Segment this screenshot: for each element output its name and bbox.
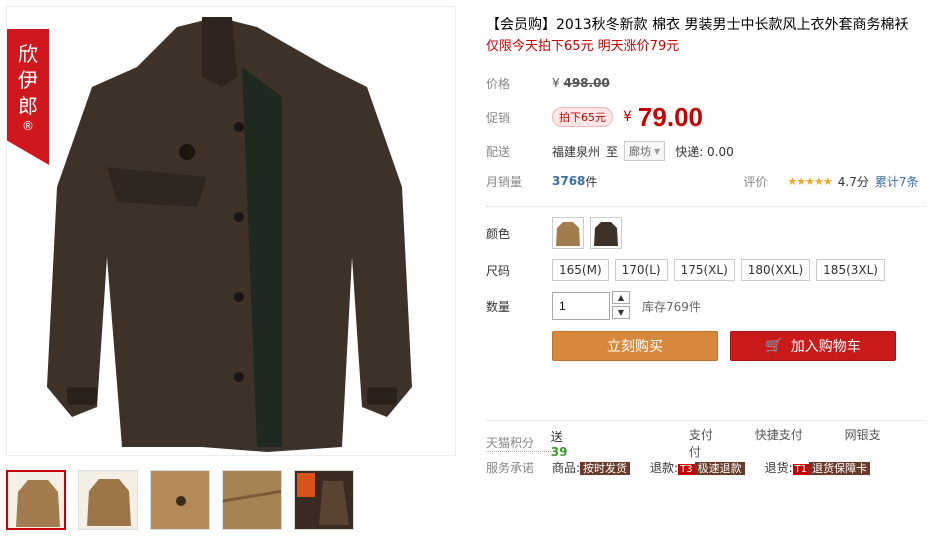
thumbnail-2[interactable]: [78, 470, 138, 530]
quantity-row: 数量 ▲ ▼ 库存769件: [486, 291, 926, 321]
divider: [486, 206, 926, 207]
size-option[interactable]: 185(3XL): [816, 259, 885, 281]
buy-now-button[interactable]: 立刻购买: [552, 331, 718, 361]
shipping-row: 配送 福建泉州 至 廊坊 ▼ 快递: 0.00: [486, 136, 926, 166]
service-row: 服务承诺 商品: 按时发货 退款: T3 极速退款 退货: T1 退货保障卡: [486, 455, 926, 479]
size-row: 尺码 165(M) 170(L) 175(XL) 180(XXL) 185(3X…: [486, 259, 926, 281]
payment-method: 支付: [688, 428, 713, 442]
color-swatch-dark-brown[interactable]: [590, 217, 622, 249]
service-item: 商品: 按时发货: [552, 459, 631, 476]
quantity-input[interactable]: [552, 292, 610, 320]
original-price: ¥ 498.00: [552, 76, 610, 90]
product-title: 【会员购】2013秋冬新款 棉衣 男装男士中长款风上衣外套商务棉袄: [486, 17, 909, 33]
cart-icon: 🛒: [765, 338, 783, 354]
thumbnail-strip: [6, 470, 354, 530]
price-row: 价格 ¥ 498.00: [486, 76, 610, 91]
promo-price-row: 促销 拍下65元 ¥ 79.00: [486, 101, 703, 132]
product-info: 【会员购】2013秋冬新款 棉衣 男装男士中长款风上衣外套商务棉袄 仅限今天拍下…: [486, 14, 926, 361]
thumbnail-4[interactable]: [222, 470, 282, 530]
action-buttons: 立刻购买 🛒 加入购物车: [552, 331, 926, 361]
bottom-section: 天猫积分 送39 支付 快捷支付 网银支付 服务承诺 商品: 按时发货 退款: T3…: [486, 420, 926, 479]
promo-badge: 拍下65元: [552, 107, 613, 127]
size-option[interactable]: 180(XXL): [740, 259, 811, 281]
add-to-cart-button[interactable]: 🛒 加入购物车: [730, 331, 896, 361]
promo-text: 仅限今天拍下65元 明天涨价79元: [486, 39, 680, 54]
current-price: 79.00: [637, 101, 703, 132]
payment-methods: 支付 快捷支付 网银支付: [689, 426, 926, 460]
color-row: 颜色: [486, 217, 926, 249]
monthly-sales: 3768: [552, 174, 586, 188]
chevron-down-icon: ▼: [654, 146, 661, 156]
service-item: 退货: T1 退货保障卡: [765, 459, 871, 476]
color-swatch-khaki[interactable]: [552, 217, 584, 249]
stock-count: 库存769件: [642, 299, 701, 314]
service-item: 退款: T3 极速退款: [650, 459, 745, 476]
main-product-image[interactable]: 欣 伊 郎 ®: [6, 6, 456, 456]
increment-icon[interactable]: ▲: [612, 291, 630, 304]
review-count-link[interactable]: 累计7条: [875, 173, 919, 190]
destination-select[interactable]: 廊坊 ▼: [624, 141, 666, 161]
thumbnail-3[interactable]: [150, 470, 210, 530]
points-row: 天猫积分 送39 支付 快捷支付 网银支付: [486, 428, 926, 459]
thumbnail-5[interactable]: [294, 470, 354, 530]
decrement-icon[interactable]: ▼: [612, 306, 630, 319]
points-value: 送39: [550, 429, 568, 459]
size-option[interactable]: 175(XL): [673, 259, 735, 281]
size-option[interactable]: 165(M): [552, 259, 609, 281]
thumbnail-1[interactable]: [6, 470, 66, 530]
payment-method: 快捷支付: [754, 428, 803, 442]
jacket-image: [47, 17, 412, 452]
sales-row: 月销量 3768 件 评价 ★★★★★ 4.7分 累计7条: [486, 173, 919, 190]
size-option[interactable]: 170(L): [614, 259, 668, 281]
star-rating-icon: ★★★★★: [787, 174, 832, 188]
